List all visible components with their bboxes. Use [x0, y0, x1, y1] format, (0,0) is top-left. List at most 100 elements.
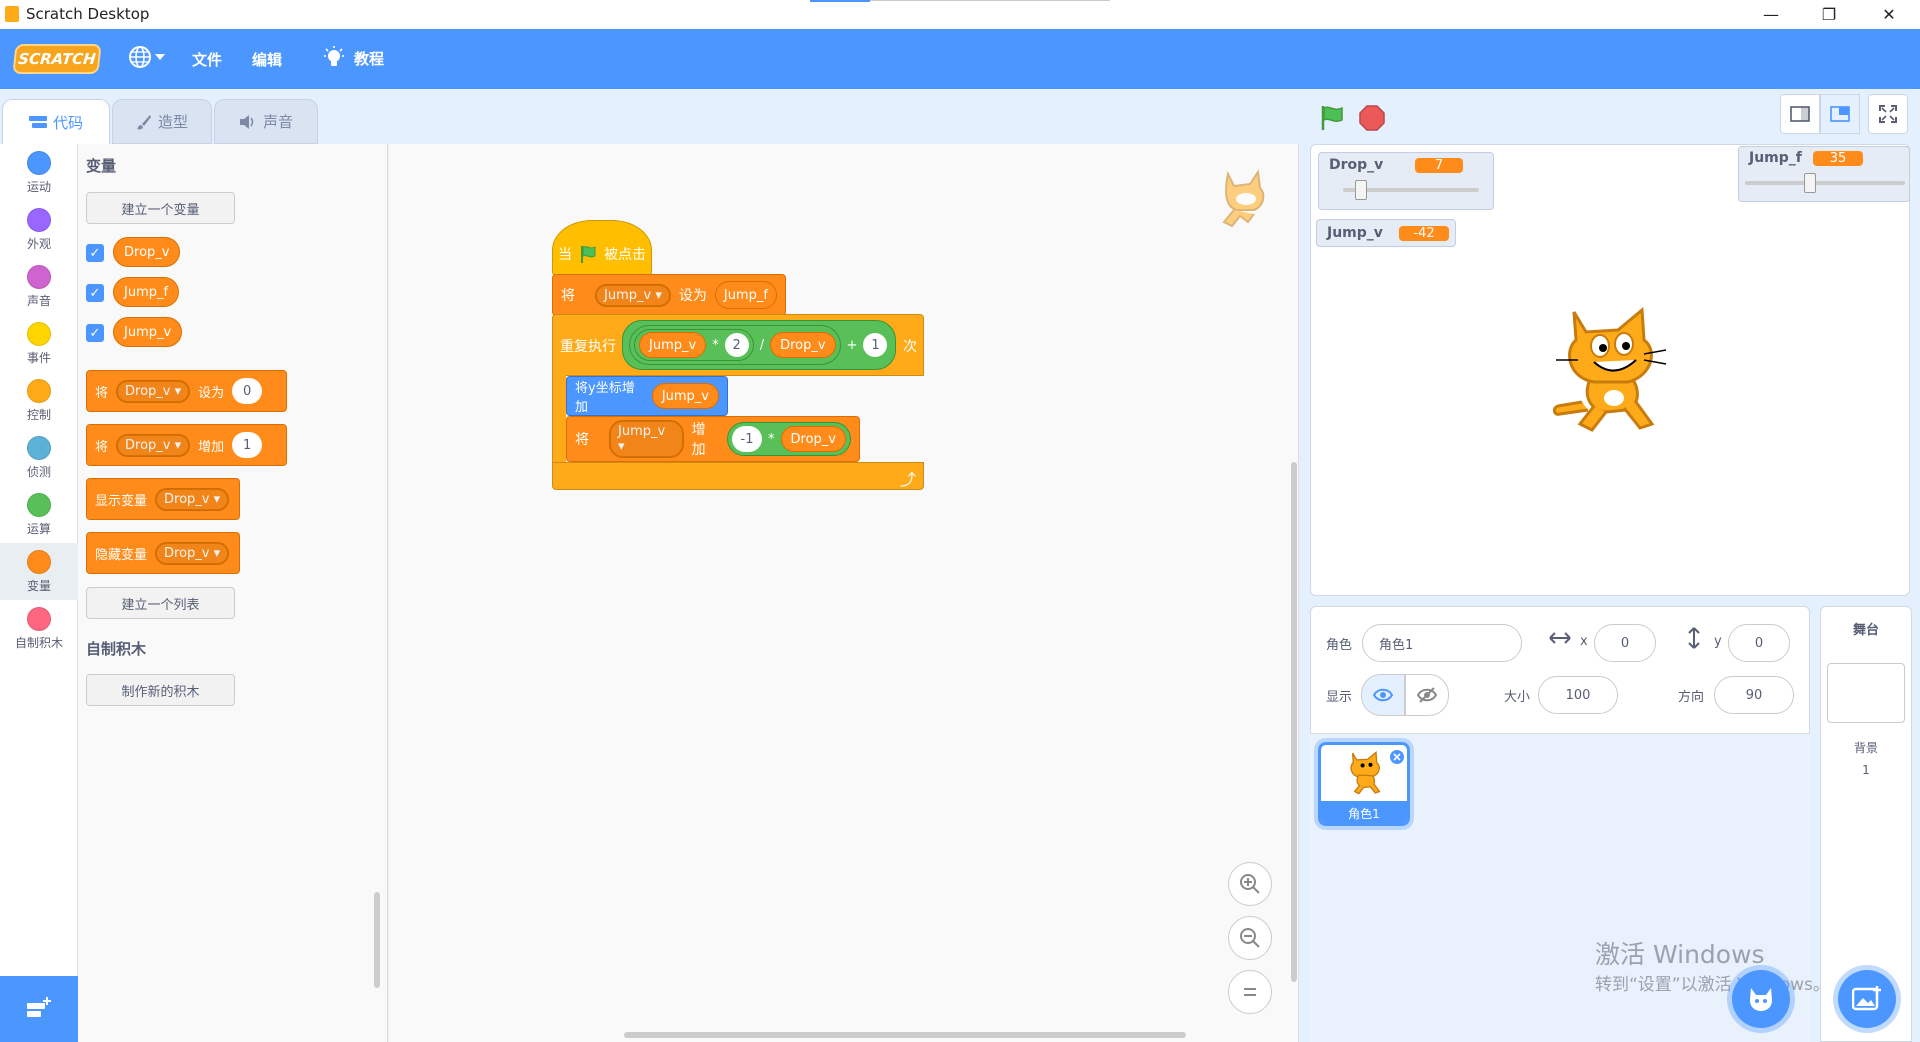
make-list-button[interactable]: 建立一个列表 [86, 587, 235, 619]
tab-costumes[interactable]: 造型 [112, 99, 212, 144]
category-events[interactable]: 事件 [0, 315, 78, 372]
category-motion[interactable]: 运动 [0, 144, 78, 201]
jump-f-slider-monitor[interactable]: Jump_f 35 [1738, 146, 1910, 202]
number-input[interactable]: -1 [732, 426, 763, 452]
category-sensing[interactable]: 侦测 [0, 429, 78, 486]
cat-sprite[interactable] [1548, 306, 1672, 434]
minimize-button[interactable]: — [1748, 0, 1794, 29]
monitor-slider-knob[interactable] [1355, 180, 1368, 200]
workspace-vertical-scrollbar[interactable] [1291, 462, 1297, 982]
hide-variable-block[interactable]: 隐藏变量 Drop_v ▾ [86, 532, 240, 574]
category-operators[interactable]: 运算 [0, 486, 78, 543]
jump-f-reporter[interactable]: Jump_f [714, 281, 777, 309]
my-blocks-section-title: 自制积木 [86, 640, 147, 658]
language-menu[interactable] [128, 45, 165, 69]
tab-code[interactable]: 代码 [2, 99, 110, 145]
drop-v-reporter[interactable]: Drop_v [770, 332, 836, 358]
multiply-operator-block[interactable]: Jump_v * 2 [634, 329, 754, 361]
variable-dropdown[interactable]: Jump_v ▾ [595, 283, 671, 307]
variable-checkbox[interactable]: ✓ [86, 244, 104, 262]
add-extension-button[interactable] [0, 976, 78, 1042]
multiply-operator-block[interactable]: -1 * Drop_v [727, 422, 851, 456]
show-sprite-button[interactable] [1361, 674, 1405, 716]
stop-button[interactable] [1358, 104, 1386, 136]
image-icon [1852, 986, 1881, 1011]
choose-sprite-button[interactable] [1732, 970, 1790, 1028]
green-flag-button[interactable] [1318, 104, 1346, 136]
category-control[interactable]: 控制 [0, 372, 78, 429]
variable-reporter-jump-v[interactable]: Jump_v [113, 317, 183, 347]
scratch-logo[interactable]: SCRATCH [12, 44, 102, 74]
size-input[interactable]: 100 [1538, 676, 1618, 714]
variable-reporter-drop-v[interactable]: Drop_v [113, 237, 181, 267]
tutorials-menu[interactable]: 教程 [322, 46, 384, 70]
hide-sprite-button[interactable] [1405, 674, 1449, 716]
category-looks[interactable]: 外观 [0, 201, 78, 258]
close-button[interactable]: ✕ [1866, 0, 1912, 29]
monitor-slider-knob[interactable] [1804, 173, 1817, 193]
titlebar-accent [810, 0, 870, 2]
jump-v-reporter[interactable]: Jump_v [639, 332, 707, 358]
sprite-name-input[interactable]: 角色1 [1362, 624, 1522, 662]
set-jump-v-block[interactable]: 将 Jump_v ▾ 设为 Jump_f [552, 274, 786, 316]
divide-operator-block[interactable]: Jump_v * 2 / Drop_v [629, 325, 841, 365]
category-dot [27, 435, 51, 460]
category-sound[interactable]: 声音 [0, 258, 78, 315]
change-variable-block[interactable]: 将 Drop_v ▾ 增加 1 [86, 424, 287, 466]
variable-dropdown[interactable]: Jump_v ▾ [609, 420, 684, 458]
operator-symbol: * [712, 337, 719, 353]
jump-v-monitor[interactable]: Jump_v -42 [1316, 219, 1456, 247]
value-input[interactable]: 1 [232, 432, 263, 458]
direction-input[interactable]: 90 [1714, 676, 1794, 714]
drop-v-reporter[interactable]: Drop_v [780, 426, 846, 452]
variable-reporter-jump-f[interactable]: Jump_f [113, 277, 180, 307]
number-input[interactable]: 1 [863, 333, 888, 357]
make-block-button[interactable]: 制作新的积木 [86, 674, 235, 706]
zoom-out-button[interactable] [1228, 916, 1272, 960]
zoom-in-button[interactable] [1228, 862, 1272, 906]
monitor-slider-track[interactable] [1745, 181, 1905, 185]
drop-v-slider-monitor[interactable]: Drop_v 7 [1318, 152, 1494, 210]
make-variable-button[interactable]: 建立一个变量 [86, 192, 235, 224]
large-stage-button[interactable] [1820, 94, 1860, 134]
variable-checkbox[interactable]: ✓ [86, 324, 104, 342]
maximize-button[interactable]: ❐ [1806, 0, 1852, 29]
file-menu[interactable]: 文件 [192, 49, 222, 70]
change-y-by-block[interactable]: 将y坐标增加 Jump_v [566, 376, 728, 416]
backdrop-thumbnail[interactable] [1827, 663, 1905, 723]
palette-scrollbar[interactable] [374, 892, 380, 988]
variable-dropdown[interactable]: Drop_v ▾ [116, 379, 191, 403]
edit-menu[interactable]: 编辑 [252, 49, 282, 70]
variable-checkbox[interactable]: ✓ [86, 284, 104, 302]
number-input[interactable]: 2 [724, 333, 749, 357]
fullscreen-button[interactable] [1868, 94, 1908, 134]
category-my-blocks[interactable]: 自制积木 [0, 600, 78, 657]
category-dot [27, 378, 51, 403]
y-input[interactable]: 0 [1728, 624, 1790, 662]
value-input[interactable]: 0 [232, 378, 263, 404]
zoom-reset-button[interactable] [1228, 970, 1272, 1014]
script-workspace[interactable] [389, 144, 1299, 1042]
small-stage-button[interactable] [1780, 94, 1820, 134]
category-variables[interactable]: 变量 [0, 543, 78, 600]
variable-dropdown[interactable]: Drop_v ▾ [116, 433, 191, 457]
chevron-down-icon [155, 54, 165, 60]
x-label: x [1580, 634, 1588, 649]
tab-sounds[interactable]: 声音 [214, 99, 318, 144]
workspace-horizontal-scrollbar[interactable] [624, 1032, 1186, 1038]
block-text: 将 [561, 288, 575, 304]
add-operator-block[interactable]: Jump_v * 2 / Drop_v + 1 [622, 320, 896, 370]
delete-sprite-button[interactable] [1388, 748, 1406, 766]
choose-backdrop-button[interactable] [1838, 970, 1896, 1028]
variable-dropdown[interactable]: Drop_v ▾ [155, 487, 230, 511]
block-text: 隐藏变量 [95, 547, 148, 563]
show-variable-block[interactable]: 显示变量 Drop_v ▾ [86, 478, 240, 520]
block-text: 设为 [678, 288, 707, 304]
set-variable-block[interactable]: 将 Drop_v ▾ 设为 0 [86, 370, 287, 412]
jump-v-reporter[interactable]: Jump_v [651, 383, 719, 409]
monitor-value: -42 [1399, 226, 1449, 241]
change-jump-v-block[interactable]: 将 Jump_v ▾ 增加 -1 * Drop_v [566, 416, 860, 462]
sprite-thumbnail-label: 角色1 [1321, 801, 1407, 823]
variable-dropdown[interactable]: Drop_v ▾ [155, 541, 230, 565]
x-input[interactable]: 0 [1594, 624, 1656, 662]
